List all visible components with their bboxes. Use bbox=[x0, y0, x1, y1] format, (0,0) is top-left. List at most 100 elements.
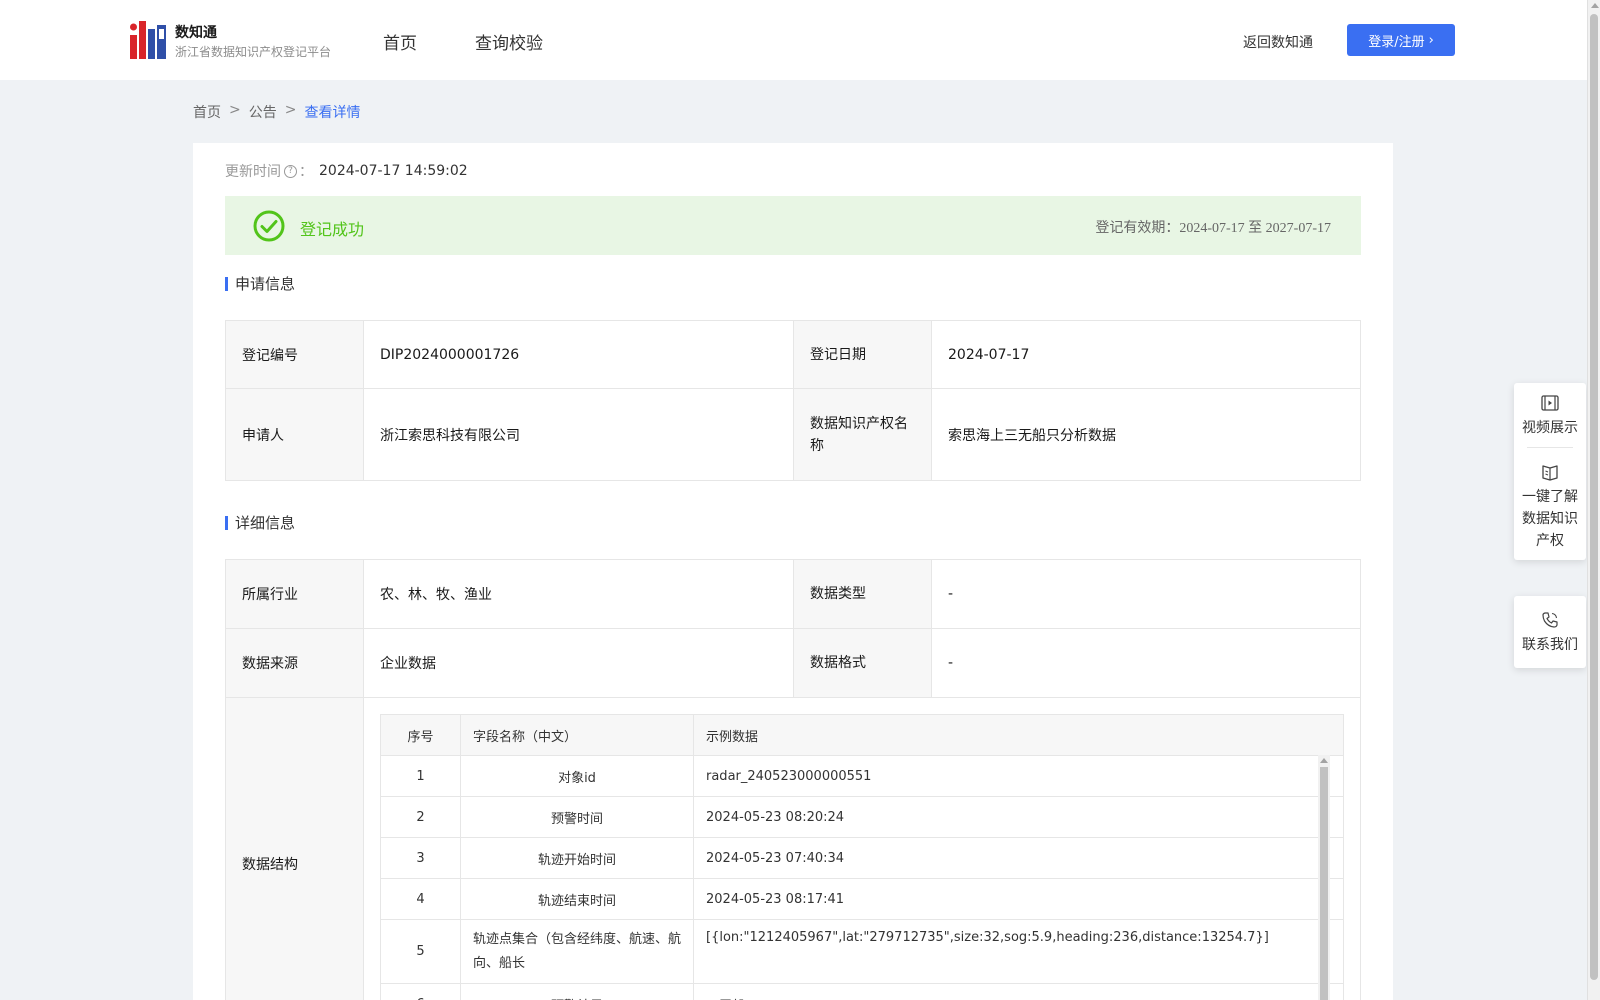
page-scrollbar[interactable] bbox=[1587, 0, 1600, 1000]
value-applicant: 浙江索思科技有限公司 bbox=[363, 388, 794, 481]
update-time-value: 2024-07-17 14:59:02 bbox=[319, 163, 468, 179]
logo-icon[interactable] bbox=[130, 21, 166, 59]
inner-scrollbar-thumb[interactable] bbox=[1320, 767, 1328, 1000]
update-time-row: 更新时间 ? ： 2024-07-17 14:59:02 bbox=[225, 161, 468, 181]
table-row: 登记编号 DIP2024000001726 登记日期 2024-07-17 bbox=[225, 320, 1361, 389]
section-application-info: 申请信息 bbox=[225, 273, 295, 294]
cell-no: 3 bbox=[380, 837, 461, 879]
logo-subtitle: 浙江省数据知识产权登记平台 bbox=[175, 45, 332, 59]
float-panel-main: 视频展示 一键了解数据知识产权 bbox=[1514, 383, 1586, 560]
login-register-button[interactable]: 登录/注册 › bbox=[1347, 24, 1455, 56]
cell-field: 预警结果 bbox=[460, 983, 694, 1000]
section-marker bbox=[225, 515, 228, 530]
video-showcase-label: 视频展示 bbox=[1522, 420, 1578, 436]
breadcrumb-separator: > bbox=[284, 102, 297, 118]
value-data-type: - bbox=[931, 559, 1361, 629]
validity-label: 登记有效期： bbox=[1095, 220, 1180, 236]
cell-sample: [{lon:"1212405967",lat:"279712735",size:… bbox=[693, 919, 1344, 984]
contact-us-label: 联系我们 bbox=[1522, 637, 1578, 653]
float-panel-contact: 联系我们 bbox=[1514, 596, 1586, 668]
cell-sample: radar_240523000000551 bbox=[693, 755, 1344, 797]
cell-no: 4 bbox=[380, 878, 461, 920]
table-row: 2 预警时间 2024-05-23 08:20:24 bbox=[380, 796, 1344, 838]
inner-scrollbar[interactable] bbox=[1318, 755, 1330, 1000]
column-header-field: 字段名称（中文） bbox=[460, 714, 694, 756]
cell-no: 5 bbox=[380, 919, 461, 984]
detail-info-table: 所属行业 农、林、牧、渔业 数据类型 - 数据来源 企业数据 数据格式 - 数据… bbox=[225, 559, 1361, 1000]
cell-no: 1 bbox=[380, 755, 461, 797]
top-header: 数知通 浙江省数据知识产权登记平台 首页 查询校验 返回数知通 登录/注册 › bbox=[0, 0, 1587, 80]
nav-home[interactable]: 首页 bbox=[383, 29, 417, 54]
value-industry: 农、林、牧、渔业 bbox=[363, 559, 794, 629]
label-data-type: 数据类型 bbox=[793, 559, 932, 629]
phone-icon bbox=[1542, 612, 1558, 628]
question-icon[interactable]: ? bbox=[284, 164, 297, 178]
value-reg-number: DIP2024000001726 bbox=[363, 320, 794, 389]
breadcrumb-separator: > bbox=[229, 102, 241, 118]
section-title-text: 详细信息 bbox=[235, 514, 296, 532]
breadcrumb-home[interactable]: 首页 bbox=[193, 102, 221, 122]
back-to-shuzhitong-link[interactable]: 返回数知通 bbox=[1243, 32, 1313, 52]
cell-field: 轨迹开始时间 bbox=[460, 837, 694, 879]
label-data-structure: 数据结构 bbox=[225, 697, 364, 1000]
breadcrumb-announcement[interactable]: 公告 bbox=[249, 102, 277, 122]
column-header-no: 序号 bbox=[380, 714, 461, 756]
breadcrumb: 首页 > 公告 > 查看详情 bbox=[193, 102, 360, 122]
status-text: 登记成功 bbox=[300, 220, 365, 239]
cell-field: 对象id bbox=[460, 755, 694, 797]
table-row: 数据来源 企业数据 数据格式 - bbox=[225, 628, 1361, 698]
label-reg-date: 登记日期 bbox=[793, 320, 932, 389]
scroll-up-arrow-icon[interactable] bbox=[1591, 3, 1599, 8]
value-data-format: - bbox=[931, 628, 1361, 698]
page-scrollbar-thumb[interactable] bbox=[1590, 14, 1598, 980]
cell-no: 6 bbox=[380, 983, 461, 1000]
cell-field: 预警时间 bbox=[460, 796, 694, 838]
cell-sample: 2024-05-23 08:20:24 bbox=[693, 796, 1344, 838]
check-circle-icon bbox=[253, 210, 285, 242]
detail-card: 更新时间 ? ： 2024-07-17 14:59:02 登记成功 登记有效期：… bbox=[193, 143, 1393, 1000]
value-ip-name: 索思海上三无船只分析数据 bbox=[931, 388, 1361, 481]
label-data-source: 数据来源 bbox=[225, 628, 364, 698]
contact-us-button[interactable]: 联系我们 bbox=[1514, 610, 1586, 656]
section-marker bbox=[225, 276, 228, 291]
table-row: 6 预警结果 三无船只 bbox=[380, 983, 1344, 1000]
application-info-table: 登记编号 DIP2024000001726 登记日期 2024-07-17 申请… bbox=[225, 320, 1361, 481]
table-header-row: 序号 字段名称（中文） 示例数据 bbox=[380, 714, 1344, 756]
table-row: 5 轨迹点集合（包含经纬度、航速、航向、船长 [{lon:"1212405967… bbox=[380, 919, 1344, 984]
label-industry: 所属行业 bbox=[225, 559, 364, 629]
table-row: 数据结构 序号 字段名称（中文） 示例数据 1 对象id radar_24052… bbox=[225, 697, 1361, 1000]
video-icon bbox=[1541, 395, 1559, 411]
column-header-sample: 示例数据 bbox=[693, 714, 1344, 756]
section-detail-info: 详细信息 bbox=[225, 512, 295, 533]
validity-period: 登记有效期：2024-07-17 至 2027-07-17 bbox=[1095, 217, 1331, 237]
value-data-source: 企业数据 bbox=[363, 628, 794, 698]
cell-sample: 2024-05-23 07:40:34 bbox=[693, 837, 1344, 879]
logo-name: 数知通 bbox=[175, 25, 217, 41]
cell-sample: 三无船只 bbox=[693, 983, 1344, 1000]
chevron-right-icon: › bbox=[1428, 32, 1434, 48]
status-banner: 登记成功 登记有效期：2024-07-17 至 2027-07-17 bbox=[225, 196, 1361, 255]
value-reg-date: 2024-07-17 bbox=[931, 320, 1361, 389]
update-time-colon: ： bbox=[299, 164, 313, 180]
table-row: 申请人 浙江索思科技有限公司 数据知识产权名称 索思海上三无船只分析数据 bbox=[225, 388, 1361, 481]
nav-query-verify[interactable]: 查询校验 bbox=[475, 29, 543, 54]
cell-sample: 2024-05-23 08:17:41 bbox=[693, 878, 1344, 920]
learn-data-ip-label: 一键了解数据知识产权 bbox=[1522, 489, 1578, 549]
data-structure-table: 序号 字段名称（中文） 示例数据 1 对象id radar_2405230000… bbox=[380, 714, 1344, 1000]
label-data-format: 数据格式 bbox=[793, 628, 932, 698]
validity-dates: 2024-07-17 至 2027-07-17 bbox=[1179, 221, 1331, 236]
table-row: 3 轨迹开始时间 2024-05-23 07:40:34 bbox=[380, 837, 1344, 879]
cell-field: 轨迹点集合（包含经纬度、航速、航向、船长 bbox=[460, 919, 694, 984]
table-row: 所属行业 农、林、牧、渔业 数据类型 - bbox=[225, 559, 1361, 629]
breadcrumb-current: 查看详情 bbox=[304, 105, 361, 121]
data-structure-scroll-area[interactable]: 序号 字段名称（中文） 示例数据 1 对象id radar_2405230000… bbox=[380, 714, 1344, 1000]
learn-data-ip-button[interactable]: 一键了解数据知识产权 bbox=[1514, 448, 1586, 552]
book-icon bbox=[1542, 465, 1558, 481]
data-structure-cell: 序号 字段名称（中文） 示例数据 1 对象id radar_2405230000… bbox=[363, 697, 1361, 1000]
cell-no: 2 bbox=[380, 796, 461, 838]
update-time-label: 更新时间 bbox=[225, 164, 281, 180]
table-row: 4 轨迹结束时间 2024-05-23 08:17:41 bbox=[380, 878, 1344, 920]
video-showcase-button[interactable]: 视频展示 bbox=[1514, 393, 1586, 447]
scroll-up-arrow-icon[interactable] bbox=[1320, 758, 1328, 763]
cell-field: 轨迹结束时间 bbox=[460, 878, 694, 920]
